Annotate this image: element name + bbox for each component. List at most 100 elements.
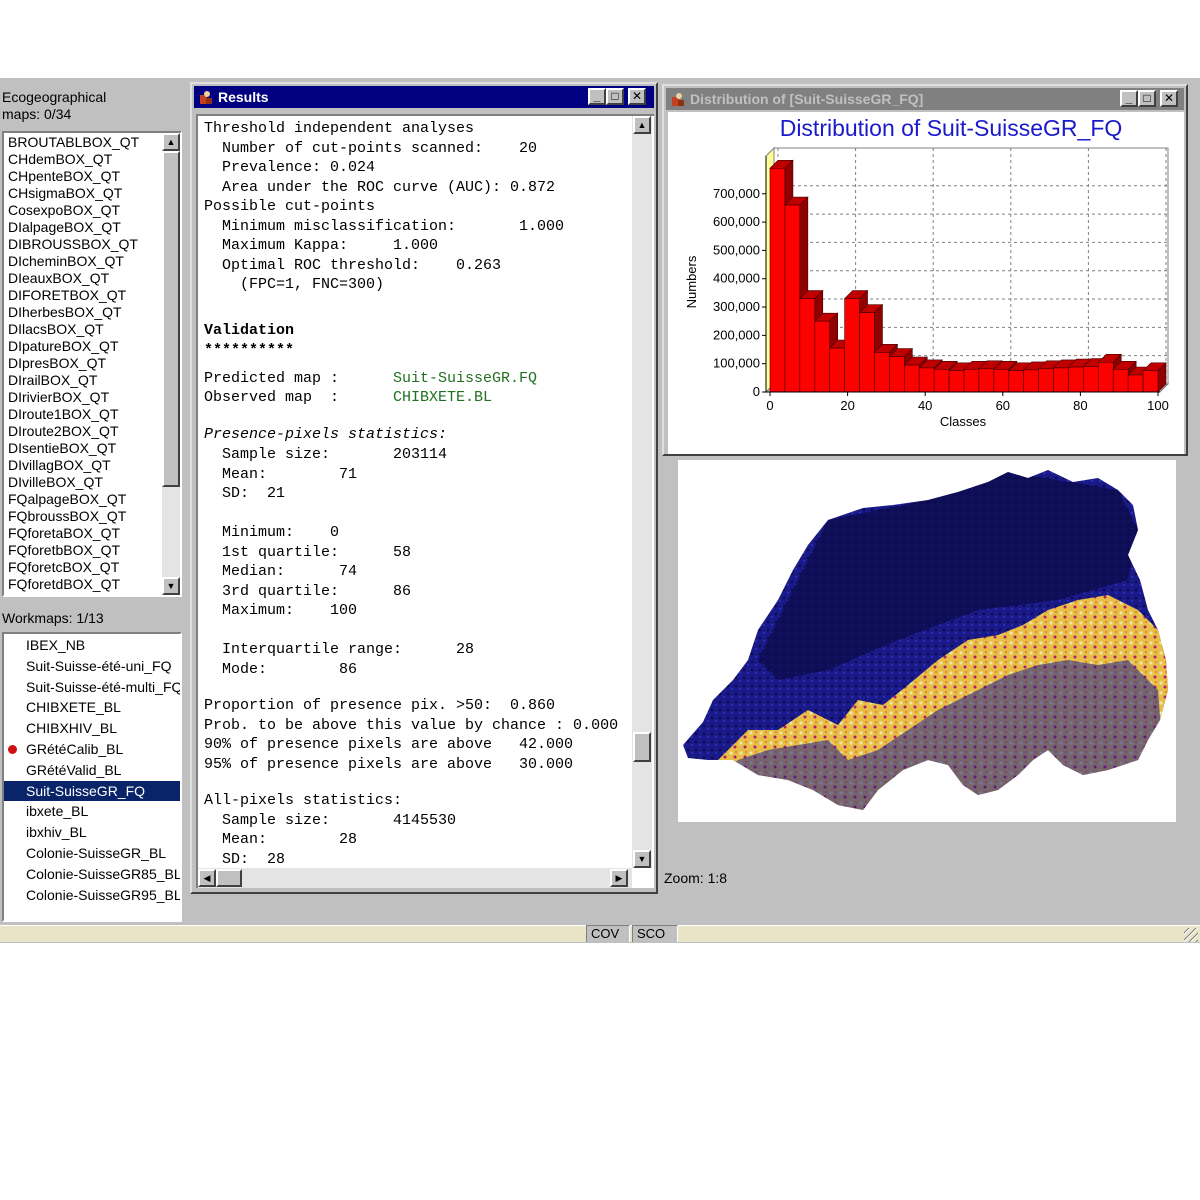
list-item[interactable]: CosexpoBOX_QT — [4, 202, 162, 219]
resize-grip-icon[interactable] — [1184, 928, 1198, 942]
map-canvas[interactable] — [678, 460, 1176, 822]
result-line: (FPC=1, FNC=300) — [204, 276, 384, 293]
result-line: Mode: 86 — [204, 661, 357, 678]
result-text: 90% of presence pixels are above 42.000 — [204, 736, 574, 753]
y-tick-label: 600,000 — [713, 214, 760, 229]
scroll-up-button[interactable]: ▲ — [162, 133, 180, 151]
list-item[interactable]: DIroute2BOX_QT — [4, 423, 162, 440]
list-item[interactable]: FQforetbBOX_QT — [4, 542, 162, 559]
maximize-button[interactable]: □ — [606, 88, 624, 105]
list-item-label: Suit-Suisse-été-uni_FQ — [26, 657, 172, 674]
result-text: Area under the ROC curve (AUC): 0.872 — [204, 179, 556, 196]
x-tick-label: 20 — [840, 398, 854, 413]
scroll-down-button[interactable]: ▼ — [162, 577, 180, 595]
list-item[interactable]: DIpatureBOX_QT — [4, 338, 162, 355]
results-text-area[interactable]: Threshold independent analyses Number of… — [196, 114, 654, 888]
list-item[interactable]: DIBROUSSBOX_QT — [4, 236, 162, 253]
scroll-thumb[interactable] — [162, 151, 180, 487]
result-line: Predicted map : Suit-SuisseGR.FQ — [204, 370, 537, 387]
hscroll-thumb[interactable] — [216, 869, 242, 887]
results-window[interactable]: Results _ □ ✕ Threshold independent anal… — [190, 82, 658, 894]
results-hscrollbar[interactable]: ◀ ▶ — [198, 868, 632, 888]
result-text: (FPC=1, FNC=300) — [204, 276, 385, 293]
list-item[interactable]: DIpresBOX_QT — [4, 355, 162, 372]
scroll-left-button[interactable]: ◀ — [198, 869, 216, 887]
close-button[interactable]: ✕ — [628, 88, 646, 105]
list-item[interactable]: CHIBXHIV_BL — [4, 718, 180, 739]
list-item[interactable]: Colonie-SuisseGR_BL — [4, 843, 180, 864]
workmaps-list[interactable]: IBEX_NB Suit-Suisse-été-uni_FQ Suit-Suisse… — [2, 632, 182, 922]
list-item[interactable]: FQforetdBOX_QT — [4, 576, 162, 593]
ecogeo-scrollbar[interactable]: ▲ ▼ — [162, 133, 180, 595]
result-text: Minimum: 0 — [204, 524, 340, 541]
list-item[interactable]: ibxete_BL — [4, 801, 180, 822]
bar — [1112, 369, 1129, 393]
list-item[interactable]: CHIBXETE_BL — [4, 697, 180, 718]
close-button[interactable]: ✕ — [1160, 90, 1178, 107]
list-item-label: Colonie-SuisseGR_BL — [26, 844, 167, 861]
map-view-window[interactable]: Zoom: 1:8 — [662, 456, 1188, 892]
results-vscrollbar[interactable]: ▲ ▼ — [632, 116, 652, 868]
list-item[interactable]: DIrivierBOX_QT — [4, 389, 162, 406]
list-item[interactable]: Colonie-SuisseGR85_BL — [4, 864, 180, 885]
list-item[interactable]: DIroute1BOX_QT — [4, 406, 162, 423]
list-item-label: CHIBXETE_BL — [26, 699, 121, 716]
list-item[interactable]: GRétéCalib_BL — [4, 739, 180, 760]
list-item[interactable]: FQforetaBOX_QT — [4, 525, 162, 542]
distribution-window[interactable]: Distribution of [Suit-SuisseGR_FQ] _ □ ✕… — [662, 84, 1188, 456]
scroll-thumb[interactable] — [633, 732, 651, 762]
ecogeo-list[interactable]: BROUTABLBOX_QT CHdemBOX_QT CHpenteBOX_QT CH… — [2, 131, 182, 597]
distribution-titlebar[interactable]: Distribution of [Suit-SuisseGR_FQ] _ □ ✕ — [666, 88, 1184, 110]
list-item[interactable]: FQbroussBOX_QT — [4, 508, 162, 525]
list-item[interactable]: Suit-SuisseGR_FQ — [4, 780, 180, 802]
maximize-button[interactable]: □ — [1138, 90, 1156, 107]
result-line: Minimum: 0 — [204, 524, 339, 541]
bar — [933, 369, 950, 393]
list-item[interactable]: Suit-Suisse-été-multi_FQ — [4, 677, 180, 698]
y-tick-label: 500,000 — [713, 242, 760, 257]
x-tick-label: 0 — [766, 398, 773, 413]
y-tick-label: 300,000 — [713, 299, 760, 314]
list-item[interactable]: DIalpageBOX_QT — [4, 219, 162, 236]
list-item[interactable]: DIeauxBOX_QT — [4, 270, 162, 287]
result-text: Observed map : — [204, 389, 394, 406]
list-item[interactable]: ibxhiv_BL — [4, 822, 180, 843]
list-item[interactable]: DIrailBOX_QT — [4, 372, 162, 389]
zoom-level: Zoom: 1:8 — [664, 870, 728, 886]
result-line: Presence-pixels statistics: — [204, 426, 447, 443]
list-item[interactable]: Colonie-SuisseGR95_BL — [4, 885, 180, 906]
minimize-button[interactable]: _ — [588, 88, 606, 105]
list-item[interactable]: DIsentieBOX_QT — [4, 440, 162, 457]
result-line: Mean: 28 — [204, 831, 357, 848]
list-item[interactable]: DIcheminBOX_QT — [4, 253, 162, 270]
result-text: All-pixels statistics: — [204, 792, 403, 809]
scroll-up-button[interactable]: ▲ — [633, 116, 651, 134]
list-item[interactable]: CHpenteBOX_QT — [4, 168, 162, 185]
list-item[interactable]: DIvilleBOX_QT — [4, 474, 162, 491]
list-item[interactable]: FQalpageBOX_QT — [4, 491, 162, 508]
minimize-button[interactable]: _ — [1120, 90, 1138, 107]
scroll-down-button[interactable]: ▼ — [633, 850, 651, 868]
list-item[interactable]: GRétéValid_BL — [4, 760, 180, 781]
list-item[interactable]: FQforetcBOX_QT — [4, 559, 162, 576]
result-line: Sample size: 203114 — [204, 446, 447, 463]
list-item[interactable]: DIFORETBOX_QT — [4, 287, 162, 304]
list-item[interactable]: DIvillagBOX_QT — [4, 457, 162, 474]
result-line: Maximum Kappa: 1.000 — [204, 237, 438, 254]
list-item[interactable]: Suit-Suisse-été-uni_FQ — [4, 656, 180, 677]
list-item[interactable]: CHsigmaBOX_QT — [4, 185, 162, 202]
status-cov: COV — [586, 925, 630, 942]
bar — [1008, 370, 1024, 393]
list-item[interactable]: BROUTABLBOX_QT — [4, 134, 162, 151]
list-item[interactable]: CHdemBOX_QT — [4, 151, 162, 168]
list-item[interactable]: DIherbesBOX_QT — [4, 304, 162, 321]
list-item-label: IBEX_NB — [26, 637, 86, 653]
active-marker-icon — [8, 744, 17, 754]
result-line: Prob. to be above this value by chance :… — [204, 717, 618, 734]
list-item[interactable]: DIlacsBOX_QT — [4, 321, 162, 338]
results-titlebar[interactable]: Results _ □ ✕ — [194, 86, 654, 108]
bar — [784, 204, 801, 393]
list-item[interactable]: IBEX_NB — [4, 635, 180, 656]
result-text: Presence-pixels statistics: — [204, 426, 448, 443]
scroll-right-button[interactable]: ▶ — [610, 869, 628, 887]
